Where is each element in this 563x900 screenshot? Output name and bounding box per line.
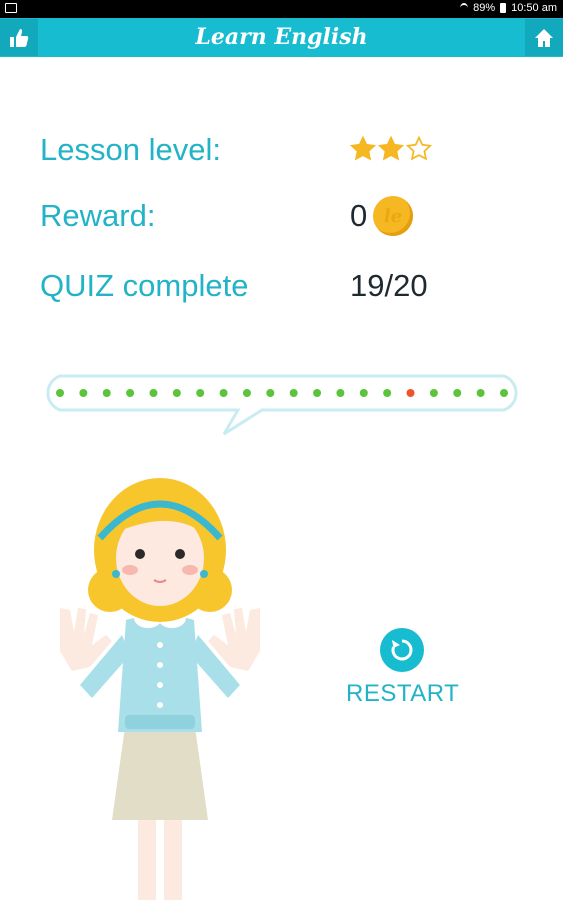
progress-dot-correct — [476, 389, 485, 397]
progress-dot-correct — [500, 389, 508, 397]
reward-value: 0 — [350, 198, 368, 233]
progress-dot-correct — [313, 389, 322, 397]
progress-dot-correct — [79, 389, 88, 397]
battery-icon — [500, 3, 507, 13]
wifi-icon — [460, 3, 469, 13]
progress-dot-correct — [336, 389, 345, 397]
lesson-level-label: Lesson level: — [40, 132, 221, 167]
restart-icon — [391, 639, 413, 661]
progress-dot-correct — [383, 389, 392, 397]
progress-dot-correct — [266, 389, 275, 397]
star-filled-icon — [378, 136, 404, 161]
battery-level: 89% — [473, 2, 496, 14]
status-bar: 89% 10:50 am — [0, 0, 563, 18]
app-bar: Learn English — [0, 18, 563, 57]
progress-dot-correct — [359, 389, 368, 397]
lesson-level-stars — [350, 136, 432, 162]
progress-dot-correct — [126, 389, 135, 397]
progress-dot-correct — [429, 389, 438, 397]
progress-dot-correct — [102, 389, 111, 397]
progress-dot-correct — [149, 389, 158, 397]
progress-dot-correct — [242, 389, 251, 397]
home-icon — [535, 28, 553, 47]
clock: 10:50 am — [511, 2, 557, 14]
star-filled-icon — [350, 136, 376, 161]
reward-label: Reward: — [40, 198, 156, 233]
quiz-progress-bubble — [46, 374, 518, 436]
restart-label[interactable]: RESTART — [346, 680, 459, 708]
home-button[interactable] — [525, 19, 563, 56]
app-title: Learn English — [195, 24, 368, 50]
progress-dot-correct — [196, 389, 205, 397]
star-empty-icon — [406, 136, 432, 161]
image-notification-icon — [5, 3, 17, 13]
coin-icon: le — [373, 196, 413, 236]
quiz-complete-label: QUIZ complete — [40, 268, 249, 303]
progress-dot-wrong — [406, 389, 415, 397]
progress-dot-correct — [219, 389, 228, 397]
teacher-illustration — [60, 478, 260, 900]
restart-button[interactable] — [380, 628, 424, 672]
coin-glyph: le — [383, 205, 403, 227]
progress-dot-correct — [172, 389, 181, 397]
progress-dot-correct — [56, 389, 64, 397]
progress-dot-correct — [453, 389, 462, 397]
progress-dot-correct — [289, 389, 298, 397]
quiz-score: 19/20 — [350, 268, 428, 303]
